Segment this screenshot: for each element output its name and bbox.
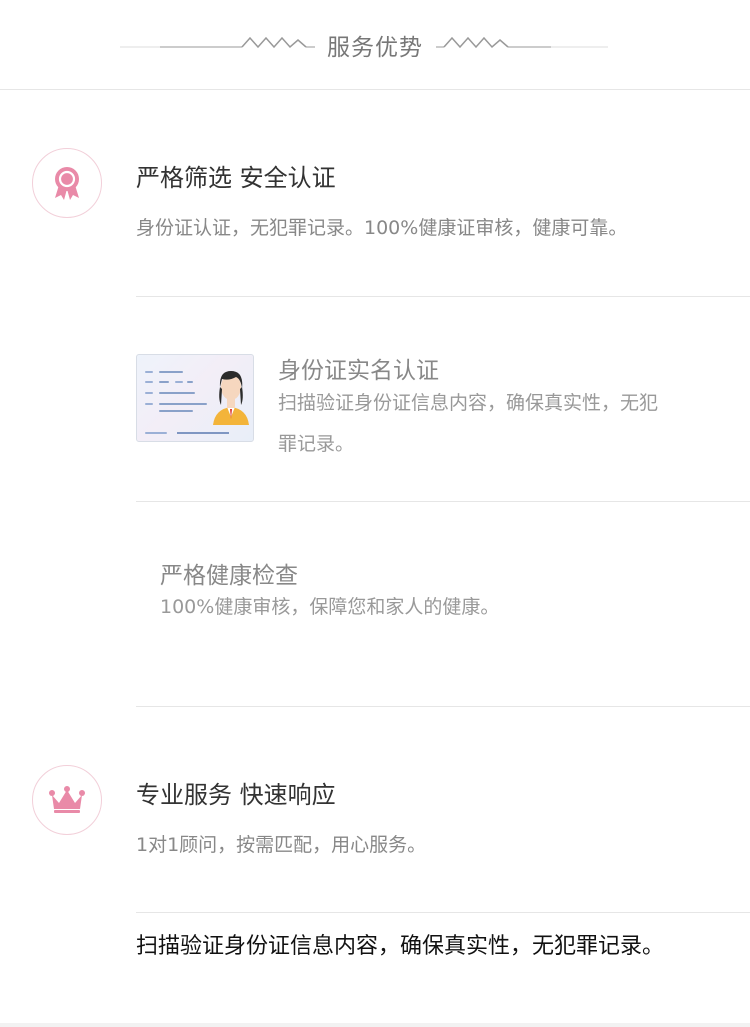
id-verification-desc-line2: 罪记录。 — [278, 433, 355, 455]
id-verification-title: 身份证实名认证 — [278, 358, 439, 384]
divider — [136, 912, 750, 913]
section-header: 服务优势 — [0, 0, 750, 90]
section-title-service: 专业服务 快速响应 — [136, 781, 336, 809]
crown-icon — [49, 786, 85, 813]
divider — [136, 706, 750, 707]
divider — [136, 296, 750, 297]
id-card-portrait — [213, 371, 249, 425]
health-check-desc: 100%健康审核，保障您和家人的健康。 — [160, 596, 500, 618]
award-icon-badge — [32, 148, 102, 218]
ribbon-award-icon — [55, 167, 79, 200]
section-title-safety: 严格筛选 安全认证 — [136, 164, 336, 192]
id-verification-desc-line1: 扫描验证身份证信息内容，确保真实性，无犯 — [278, 392, 659, 414]
bottom-separator — [0, 1023, 750, 1027]
bottom-verification-text: 扫描验证身份证信息内容，确保真实性，无犯罪记录。 — [136, 934, 665, 959]
section-desc-safety: 身份证认证，无犯罪记录。100%健康证审核，健康可靠。 — [136, 217, 628, 239]
section-desc-service: 1对1顾问，按需匹配，用心服务。 — [136, 834, 427, 856]
id-card-image — [136, 354, 254, 442]
health-check-title: 严格健康检查 — [160, 563, 298, 589]
divider — [136, 501, 750, 502]
page-title: 服务优势 — [327, 35, 423, 61]
header-right-decoration — [436, 36, 608, 49]
crown-icon-badge — [32, 765, 102, 835]
